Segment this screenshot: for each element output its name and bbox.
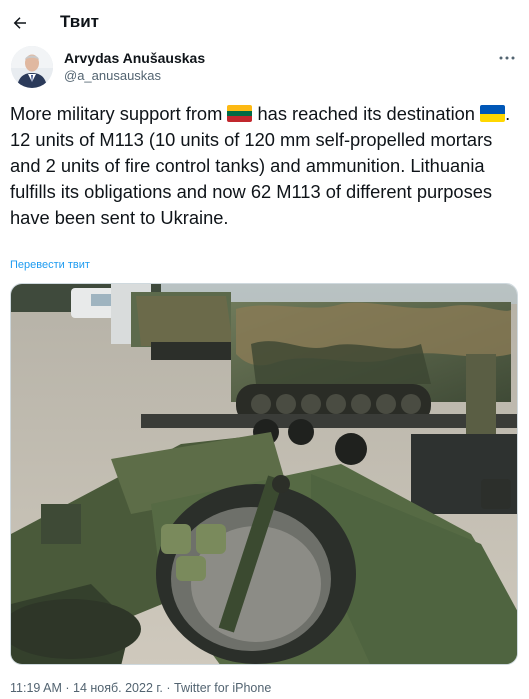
page-title: Твит — [60, 12, 99, 31]
author-name[interactable]: Arvydas Anušauskas — [64, 50, 205, 66]
tweet-time[interactable]: 11:19 AM — [10, 681, 62, 695]
more-horizontal-icon — [499, 56, 515, 60]
arrow-left-icon — [13, 17, 26, 29]
tweet-photo[interactable] — [10, 283, 518, 665]
meta-separator-1: · — [61, 681, 73, 695]
tweet-meta: 11:19 AM · 14 нояб. 2022 г. · Twitter fo… — [10, 681, 271, 695]
tweet-text-part-1: More military support from — [10, 103, 228, 124]
more-button[interactable] — [497, 50, 517, 66]
lithuania-flag-icon — [227, 105, 253, 122]
tweet-source[interactable]: Twitter for iPhone — [174, 681, 271, 695]
tweet-text-part-2: has reached its destination — [252, 103, 481, 124]
meta-separator-2: · — [162, 681, 175, 695]
ukraine-flag-icon — [480, 105, 506, 122]
back-button[interactable] — [6, 6, 34, 40]
tweet-text: More military support from has reached i… — [10, 101, 515, 231]
tweet-date[interactable]: 14 нояб. 2022 г. — [73, 681, 163, 695]
avatar[interactable] — [11, 46, 53, 88]
translate-tweet-link[interactable]: Перевести твит — [10, 259, 90, 271]
tweet-header: Твит — [0, 0, 529, 46]
author-handle[interactable]: @a_anusauskas — [64, 68, 161, 83]
